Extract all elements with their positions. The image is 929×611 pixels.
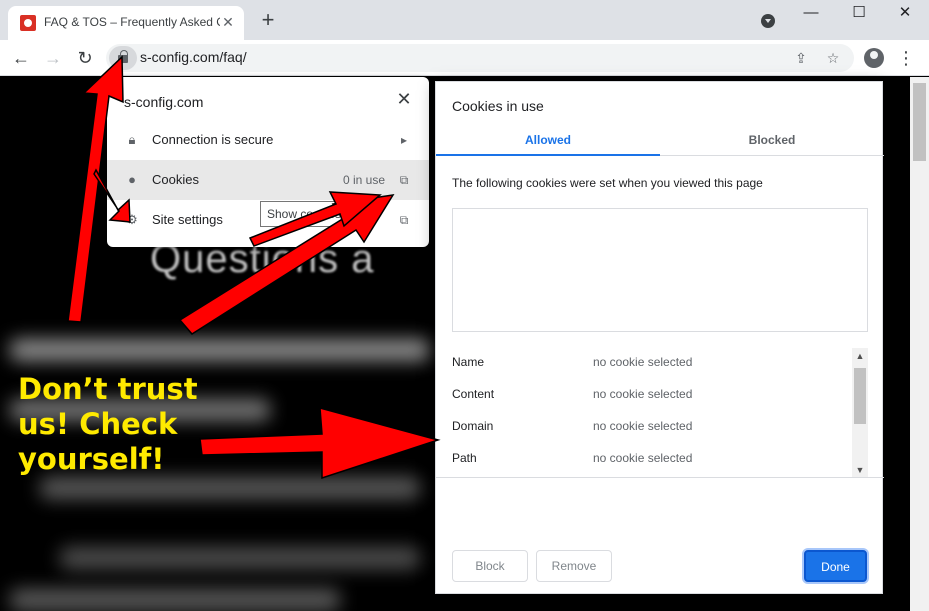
browser-toolbar: ← → ↻ s-config.com/faq/ ⇪ ☆ ⋮ xyxy=(0,40,929,76)
cookies-count: 0 in use xyxy=(343,173,386,187)
gear-icon: ⚙ xyxy=(126,212,138,227)
detail-row-path: Path no cookie selected xyxy=(452,448,852,468)
share-icon[interactable]: ⇪ xyxy=(792,49,810,67)
detail-row-name: Name no cookie selected xyxy=(452,352,852,372)
remove-button[interactable]: Remove xyxy=(536,550,612,582)
dialog-title: Cookies in use xyxy=(452,98,544,114)
blurred-text-line xyxy=(10,589,340,611)
lock-icon xyxy=(118,50,128,63)
detail-label: Path xyxy=(452,451,477,465)
annotation-line: Don’t trust xyxy=(18,372,198,406)
chevron-right-icon: ▸ xyxy=(400,133,408,147)
detail-label: Name xyxy=(452,355,485,369)
cookie-icon: ● xyxy=(128,172,136,187)
cookies-row[interactable]: ● Cookies 0 in use ⧉ xyxy=(107,160,429,200)
block-button[interactable]: Block xyxy=(452,550,528,582)
dialog-description: The following cookies were set when you … xyxy=(452,176,763,190)
scroll-down-icon[interactable]: ▼ xyxy=(852,462,868,477)
blurred-text-line xyxy=(40,477,420,499)
url-text[interactable]: s-config.com/faq/ xyxy=(140,49,247,65)
detail-value: no cookie selected xyxy=(593,355,693,369)
tab-strip: FAQ & TOS – Frequently Asked C ✕ + — ☐ ✕ xyxy=(0,0,929,40)
detail-label: Domain xyxy=(452,419,494,433)
detail-value: no cookie selected xyxy=(593,419,693,433)
page-scrollbar[interactable] xyxy=(910,77,929,611)
annotation-text: Don’t trust us! Check yourself! xyxy=(18,372,218,477)
open-external-icon[interactable]: ⧉ xyxy=(397,212,411,228)
minimize-button[interactable]: — xyxy=(788,0,834,30)
open-external-icon[interactable]: ⧉ xyxy=(397,172,411,188)
tooltip: Show cookies xyxy=(260,201,348,227)
detail-label: Content xyxy=(452,387,495,401)
page-scrollbar-thumb[interactable] xyxy=(913,83,926,161)
connection-label: Connection is secure xyxy=(152,132,274,147)
forward-arrow-icon[interactable]: → xyxy=(41,46,65,70)
detail-row-content: Content no cookie selected xyxy=(452,384,852,404)
site-domain: s-config.com xyxy=(124,94,204,110)
tab-close-icon[interactable]: ✕ xyxy=(220,14,236,30)
address-bar[interactable]: s-config.com/faq/ ⇪ ☆ xyxy=(106,44,854,72)
reload-icon[interactable]: ↻ xyxy=(73,46,97,70)
details-scrollbar-thumb[interactable] xyxy=(854,368,866,424)
tab-blocked[interactable]: Blocked xyxy=(660,126,884,156)
new-tab-button[interactable]: + xyxy=(258,9,278,31)
close-icon[interactable]: ✕ xyxy=(395,90,413,108)
browser-menu-icon[interactable]: ⋮ xyxy=(896,46,916,70)
connection-secure-row[interactable]: 🔒︎ Connection is secure ▸ xyxy=(107,120,429,160)
site-info-button[interactable] xyxy=(109,46,137,70)
cookie-tree-list[interactable] xyxy=(452,208,868,332)
window-close-button[interactable]: ✕ xyxy=(882,0,928,30)
detail-value: no cookie selected xyxy=(593,387,693,401)
cookie-details: Name no cookie selected Content no cooki… xyxy=(436,348,884,478)
annotation-line: yourself! xyxy=(18,442,165,476)
profile-avatar-icon[interactable] xyxy=(864,48,884,68)
blurred-text-line xyxy=(60,547,420,569)
tab-allowed[interactable]: Allowed xyxy=(436,126,660,156)
tab-title: FAQ & TOS – Frequently Asked C xyxy=(44,15,220,29)
site-settings-label: Site settings xyxy=(152,212,223,227)
cookies-dialog: Cookies in use Allowed Blocked The follo… xyxy=(435,81,884,594)
scroll-up-icon[interactable]: ▲ xyxy=(852,348,868,364)
cookie-tabs: Allowed Blocked xyxy=(436,126,884,156)
site-favicon-icon xyxy=(20,15,36,31)
back-arrow-icon[interactable]: ← xyxy=(9,46,33,70)
details-scrollbar[interactable]: ▲ ▼ xyxy=(852,348,868,477)
browser-tab[interactable]: FAQ & TOS – Frequently Asked C ✕ xyxy=(8,6,244,40)
detail-value: no cookie selected xyxy=(593,451,693,465)
lock-icon: 🔒︎ xyxy=(128,132,136,147)
tab-search-icon[interactable] xyxy=(761,14,775,28)
blurred-text-line xyxy=(10,339,430,361)
bookmark-star-icon[interactable]: ☆ xyxy=(824,49,842,67)
done-button[interactable]: Done xyxy=(804,550,867,582)
cookies-label: Cookies xyxy=(152,172,199,187)
annotation-line: us! Check xyxy=(18,407,178,441)
maximize-button[interactable]: ☐ xyxy=(836,0,882,30)
detail-row-domain: Domain no cookie selected xyxy=(452,416,852,436)
